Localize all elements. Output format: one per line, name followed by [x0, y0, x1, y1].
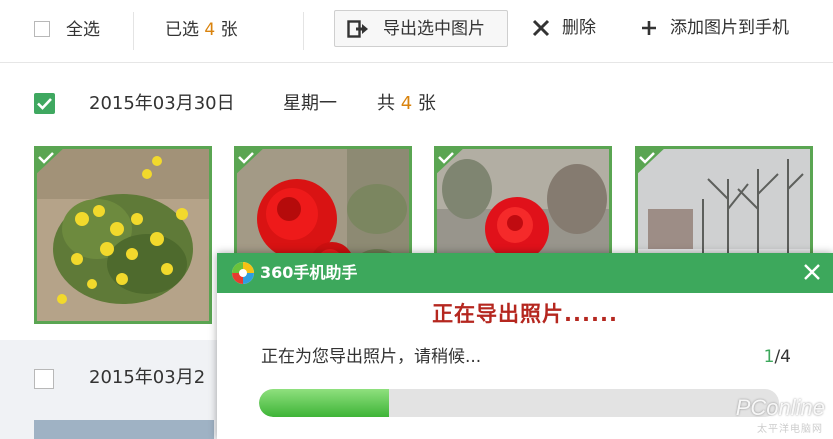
check-icon [37, 98, 52, 110]
progress-fill [259, 389, 389, 417]
delete-button[interactable]: 删除 [532, 10, 602, 47]
group-checkbox[interactable] [34, 369, 54, 389]
selected-check-icon [437, 149, 463, 174]
toolbar: 全选 已选 4 张 导出选中图片 删除 添加图片到手机 [0, 0, 833, 63]
export-progress-dialog: 360手机助手 正在导出照片...... 正在为您导出照片，请稍候... 1/4… [217, 253, 833, 439]
export-progress-count: 1/4 [763, 347, 791, 367]
selected-count-text: 已选 4 张 [165, 20, 238, 40]
watermark-logo: PConline [735, 395, 825, 420]
delete-label: 删除 [562, 18, 596, 38]
watermark-subtitle: 太平洋电脑网 [757, 424, 823, 435]
app-logo-icon [231, 261, 255, 289]
divider [303, 12, 304, 50]
close-icon [532, 19, 550, 41]
export-icon [347, 20, 369, 42]
plus-icon [640, 19, 658, 41]
group-weekday: 星期一 [283, 93, 337, 114]
select-all-label[interactable]: 全选 [66, 18, 100, 42]
export-selected-label: 导出选中图片 [383, 19, 485, 39]
photo-thumbnail[interactable] [34, 420, 214, 439]
export-status-heading: 正在导出照片...... [432, 302, 618, 326]
group-checkbox[interactable] [34, 93, 55, 114]
divider [133, 12, 134, 50]
add-to-phone-label: 添加图片到手机 [670, 18, 789, 38]
export-progress-bar [259, 389, 779, 417]
dialog-header: 360手机助手 [217, 253, 833, 293]
selected-check-icon [237, 149, 263, 174]
close-icon[interactable] [803, 263, 821, 285]
group-date: 2015年03月30日 [89, 93, 235, 114]
group-total: 共 4 张 [377, 93, 436, 114]
add-to-phone-button[interactable]: 添加图片到手机 [640, 10, 810, 47]
group-date: 2015年03月2 [89, 367, 206, 388]
selected-check-icon [37, 149, 63, 174]
export-status-message: 正在为您导出照片，请稍候... [261, 347, 482, 367]
export-selected-button[interactable]: 导出选中图片 [334, 10, 508, 47]
select-all-checkbox[interactable] [34, 21, 50, 37]
photo-thumbnail[interactable] [34, 146, 212, 324]
dialog-title: 360手机助手 [260, 263, 358, 282]
selected-check-icon [638, 149, 664, 174]
